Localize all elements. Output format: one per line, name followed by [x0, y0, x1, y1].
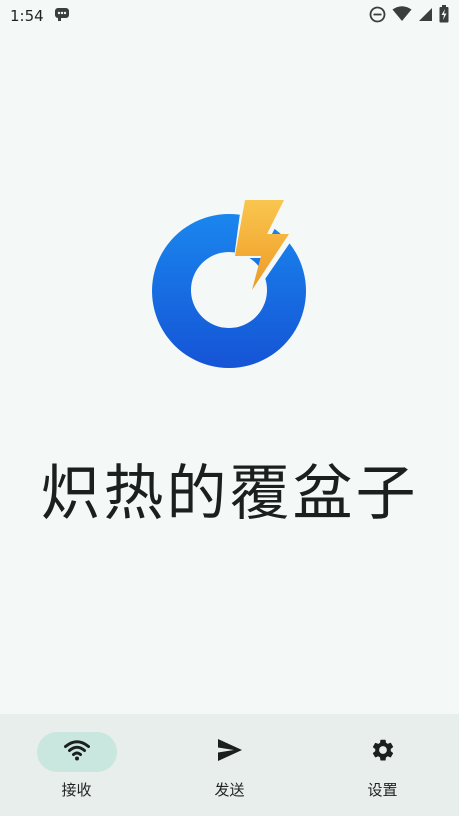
wifi-icon [392, 6, 412, 26]
status-left: 1:54 [10, 6, 70, 26]
nav-item-settings[interactable]: 设置 [323, 714, 443, 800]
nav-item-receive[interactable]: 接收 [17, 714, 137, 800]
nav-label-receive: 接收 [61, 781, 92, 799]
status-time: 1:54 [10, 7, 44, 25]
battery-icon [439, 5, 449, 27]
signal-icon [418, 7, 433, 26]
notification-icon [54, 6, 70, 26]
status-bar: 1:54 [0, 0, 459, 32]
nav-pill-receive [36, 732, 117, 772]
app-title: 炽热的覆盆子 [40, 459, 419, 529]
nav-pill-settings [343, 732, 423, 772]
do-not-disturb-icon [369, 6, 386, 27]
nav-label-send: 发送 [214, 781, 245, 799]
gear-icon [370, 737, 396, 767]
nav-pill-send [190, 732, 270, 772]
send-icon [217, 738, 243, 766]
wifi-icon [63, 739, 90, 765]
nav-item-send[interactable]: 发送 [170, 714, 290, 800]
app-logo [150, 198, 310, 372]
nav-label-settings: 设置 [367, 781, 398, 799]
status-right [369, 5, 449, 27]
bottom-nav: 接收 发送 设置 [0, 714, 459, 816]
